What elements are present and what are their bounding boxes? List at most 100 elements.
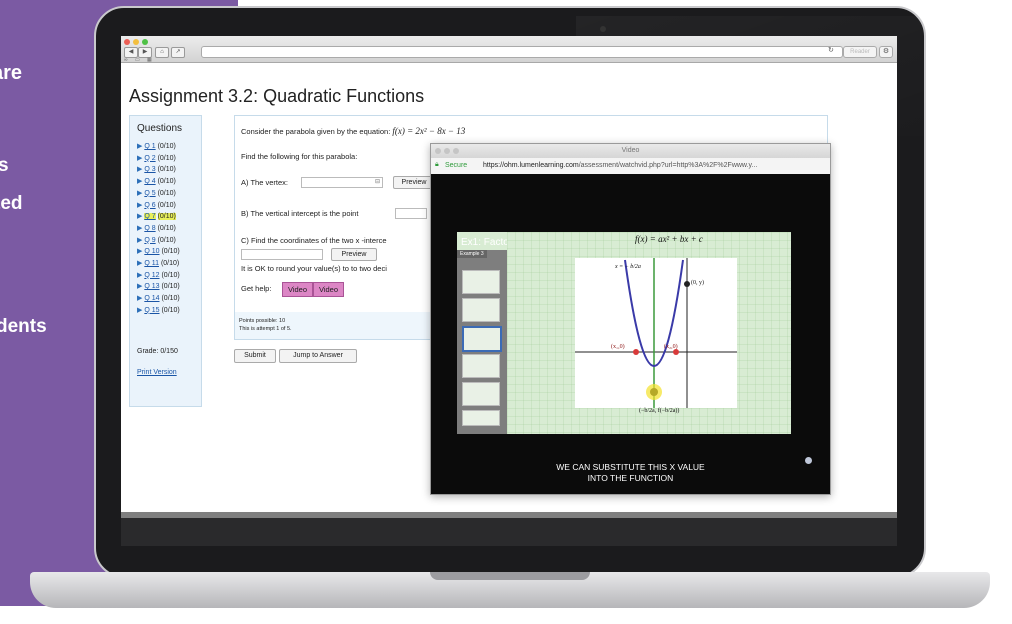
video-popup-window: Video 🔒︎ Secure https://ohm.lumenlearnin… bbox=[430, 143, 831, 495]
sidebar-item-q10[interactable]: ▶ Q 10 (0/10) bbox=[137, 246, 180, 257]
popup-url: https://ohm.lumenlearning.com/assessment… bbox=[483, 162, 758, 169]
rounding-note: It is OK to round your value(s) to to tw… bbox=[241, 264, 387, 273]
sidebar-item-q9[interactable]: ▶ Q 9 (0/10) bbox=[137, 235, 176, 246]
question-equation: f(x) = 2x² − 8x − 13 bbox=[392, 126, 466, 136]
top-sites-icon[interactable]: ▦ bbox=[147, 57, 152, 63]
question-score: (0/10) bbox=[157, 189, 176, 197]
sidebar-item-q2[interactable]: ▶ Q 2 (0/10) bbox=[137, 153, 176, 164]
vertex-label: (−b/2a, f(−b/2a)) bbox=[639, 407, 679, 414]
jump-to-answer-button[interactable]: Jump to Answer bbox=[279, 349, 357, 363]
home-icon[interactable]: ⌂ bbox=[155, 47, 169, 58]
camera-icon bbox=[600, 26, 606, 32]
sidebar-item-q4[interactable]: ▶ Q 4 (0/10) bbox=[137, 176, 176, 187]
question-score: (0/10) bbox=[161, 248, 180, 256]
question-score: (0/10) bbox=[161, 295, 180, 303]
screen-bezel-bottom bbox=[121, 518, 897, 546]
reader-button[interactable]: Reader bbox=[843, 46, 877, 58]
video-logo-icon bbox=[805, 457, 812, 464]
parabola-graph: f(x) = ax² + bx + c x = − b/2a (0, y) (x… bbox=[507, 232, 791, 434]
vertex-input[interactable]: ⊟ bbox=[301, 177, 383, 188]
lock-icon: 🔒︎ bbox=[435, 161, 439, 168]
background-word-4: dents bbox=[0, 316, 47, 337]
question-link[interactable]: Q 1 bbox=[144, 143, 155, 150]
reading-list-icon[interactable]: ▭ bbox=[135, 57, 140, 63]
browser-toolbar: ◀ ▶ ⌂ ↗ ↻ Reader ⚙ ∞ ▭ ▦ bbox=[121, 36, 897, 63]
vertex-highlight bbox=[646, 384, 662, 400]
question-link[interactable]: Q 13 bbox=[144, 283, 159, 290]
slide-thumbnails bbox=[457, 250, 507, 434]
question-link[interactable]: Q 15 bbox=[144, 307, 159, 314]
sidebar-item-q6[interactable]: ▶ Q 6 (0/10) bbox=[137, 200, 176, 211]
preview-button-c[interactable]: Preview bbox=[331, 248, 377, 261]
sidebar-item-q7[interactable]: ▶ Q 7 (0/10) bbox=[137, 211, 176, 222]
sidebar-item-q15[interactable]: ▶ Q 15 (0/10) bbox=[137, 305, 180, 316]
page-title: Assignment 3.2: Quadratic Functions bbox=[129, 86, 425, 106]
popup-address-bar[interactable]: 🔒︎ Secure https://ohm.lumenlearning.com/… bbox=[431, 158, 830, 175]
minimize-window-icon[interactable] bbox=[133, 39, 139, 45]
part-a-label: A) The vertex: bbox=[241, 178, 288, 187]
question-link[interactable]: Q 10 bbox=[144, 248, 159, 255]
x-intercepts-input[interactable] bbox=[241, 249, 323, 260]
video-button-1[interactable]: Video bbox=[282, 282, 313, 297]
sidebar-item-q12[interactable]: ▶ Q 12 (0/10) bbox=[137, 270, 180, 281]
sidebar-item-q14[interactable]: ▶ Q 14 (0/10) bbox=[137, 293, 180, 304]
slide-thumbnail bbox=[462, 354, 500, 378]
question-link[interactable]: Q 9 bbox=[144, 237, 155, 244]
slide-thumbnail bbox=[462, 270, 500, 294]
screen-dock-strip bbox=[121, 512, 897, 518]
question-score: (0/10) bbox=[161, 306, 180, 314]
video-player[interactable]: Ex1: Factorable Quadratic Example 3 bbox=[431, 174, 830, 494]
question-link[interactable]: Q 3 bbox=[144, 166, 155, 173]
question-score: (0/10) bbox=[157, 213, 176, 221]
caption-line-2: INTO THE FUNCTION bbox=[587, 473, 674, 483]
intercept-input[interactable] bbox=[395, 208, 427, 219]
address-bar[interactable] bbox=[201, 46, 843, 58]
share-icon[interactable]: ↗ bbox=[171, 47, 185, 58]
laptop-base-notch bbox=[430, 572, 590, 580]
question-link[interactable]: Q 2 bbox=[144, 155, 155, 162]
question-link[interactable]: Q 8 bbox=[144, 225, 155, 232]
y-intercept-label: (0, y) bbox=[691, 279, 704, 286]
y-intercept-point bbox=[684, 281, 690, 287]
video-caption: WE CAN SUBSTITUTE THIS X VALUE INTO THE … bbox=[431, 462, 830, 484]
slide-thumbnail bbox=[462, 382, 500, 406]
get-help-label: Get help: bbox=[241, 284, 272, 293]
question-score: (0/10) bbox=[157, 178, 176, 186]
sidebar-title: Questions bbox=[137, 123, 183, 134]
reload-icon[interactable]: ↻ bbox=[828, 46, 834, 54]
sidebar-item-q1[interactable]: ▶ Q 1 (0/10) bbox=[137, 141, 176, 152]
grade-text: Grade: 0/150 bbox=[137, 348, 178, 355]
sidebar-item-q3[interactable]: ▶ Q 3 (0/10) bbox=[137, 164, 176, 175]
question-link[interactable]: Q 4 bbox=[144, 178, 155, 185]
sidebar-item-q5[interactable]: ▶ Q 5 (0/10) bbox=[137, 188, 176, 199]
question-score: (0/10) bbox=[160, 260, 180, 267]
example-tag: Example 3 bbox=[457, 250, 487, 258]
video-button-2[interactable]: Video bbox=[313, 282, 344, 297]
question-link[interactable]: Q 14 bbox=[144, 295, 159, 302]
laptop-screen: ◀ ▶ ⌂ ↗ ↻ Reader ⚙ ∞ ▭ ▦ Assignment 3.2:… bbox=[121, 36, 897, 518]
question-link[interactable]: Q 6 bbox=[144, 202, 155, 209]
sidebar-item-q13[interactable]: ▶ Q 13 (0/10) bbox=[137, 281, 180, 292]
maximize-window-icon[interactable] bbox=[142, 39, 148, 45]
matrix-icon[interactable]: ⊟ bbox=[375, 178, 380, 187]
question-link[interactable]: Q 12 bbox=[144, 272, 159, 279]
close-window-icon[interactable] bbox=[124, 39, 130, 45]
sidebar-item-q11[interactable]: ▶ Q 11 (0/10) bbox=[137, 258, 179, 269]
slide-thumbnail-selected bbox=[462, 326, 502, 352]
question-score: (0/10) bbox=[161, 271, 180, 279]
question-score: (0/10) bbox=[157, 166, 176, 174]
preview-button-a[interactable]: Preview bbox=[393, 176, 435, 189]
background-word-1: are bbox=[0, 62, 23, 84]
question-link[interactable]: Q 11 bbox=[144, 260, 159, 267]
print-version-link[interactable]: Print Version bbox=[137, 369, 177, 376]
submit-button[interactable]: Submit bbox=[234, 349, 276, 363]
question-link[interactable]: Q 7 bbox=[144, 213, 156, 221]
settings-icon[interactable]: ⚙ bbox=[879, 46, 893, 58]
symmetry-label: x = − b/2a bbox=[614, 264, 641, 270]
question-link[interactable]: Q 5 bbox=[144, 190, 155, 197]
points-info: Points possible: 10 This is attempt 1 of… bbox=[239, 317, 292, 333]
sidebar-item-q8[interactable]: ▶ Q 8 (0/10) bbox=[137, 223, 176, 234]
secure-label: Secure bbox=[445, 162, 468, 169]
points-possible: Points possible: 10 bbox=[239, 318, 286, 324]
bookmarks-icon[interactable]: ∞ bbox=[124, 57, 128, 63]
